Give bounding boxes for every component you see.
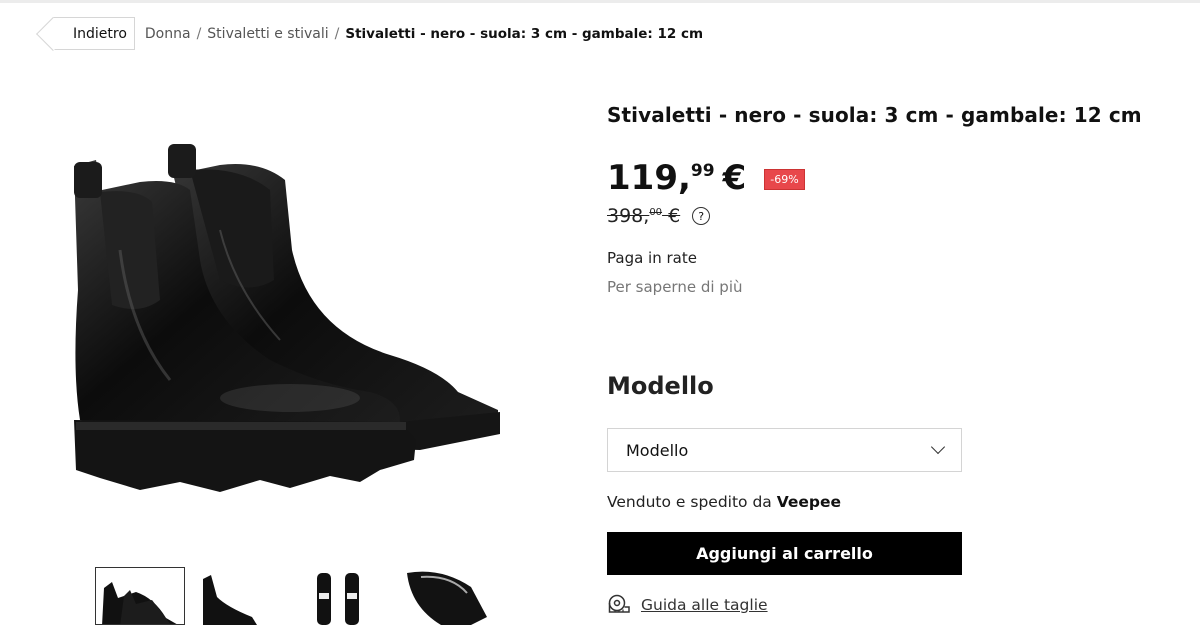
breadcrumb-current: Stivaletti - nero - suola: 3 cm - gambal… <box>345 25 704 42</box>
thumbnail-1[interactable] <box>95 567 185 625</box>
variant-heading: Modello <box>607 372 714 400</box>
learn-more-link[interactable]: Per saperne di più <box>607 278 743 296</box>
seller-info: Venduto e spedito da Veepee <box>607 493 841 511</box>
help-icon[interactable]: ? <box>692 207 711 225</box>
thumbnail-1-image <box>102 582 177 624</box>
back-button[interactable]: Indietro <box>53 17 135 50</box>
breadcrumb-separator: / <box>334 25 340 42</box>
old-price-row: 398, 00 € ? <box>607 205 711 227</box>
seller-name: Veepee <box>776 493 842 511</box>
thumbnail-3[interactable] <box>299 567 389 625</box>
add-to-cart-button[interactable]: Aggiungi al carrello <box>607 532 962 575</box>
variant-select[interactable]: Modello <box>607 428 962 472</box>
old-price: 398, 00 € <box>607 205 680 227</box>
back-button-label: Indietro <box>73 25 127 42</box>
breadcrumb: Indietro Donna / Stivaletti e stivali / … <box>53 17 703 50</box>
add-to-cart-label: Aggiungi al carrello <box>696 544 873 563</box>
product-main-image[interactable] <box>60 130 510 510</box>
variant-select-value: Modello <box>626 440 689 460</box>
price-integer: 119, <box>607 158 691 198</box>
help-icon-symbol: ? <box>698 209 705 223</box>
discount-badge: -69% <box>764 169 805 190</box>
thumbnail-4[interactable] <box>401 567 491 625</box>
thumbnail-strip <box>95 567 491 625</box>
price-currency: € <box>722 158 747 198</box>
old-price-decimal: 00 <box>649 207 663 218</box>
installments-label: Paga in rate <box>607 249 697 267</box>
old-price-currency: € <box>668 205 681 227</box>
thumbnail-4-image <box>407 571 487 625</box>
old-price-integer: 398, <box>607 205 650 227</box>
thumbnail-2-image <box>203 575 257 625</box>
top-divider <box>0 0 1200 3</box>
seller-prefix: Venduto e spedito da <box>607 493 772 511</box>
price: 119, 99 € -69% <box>607 158 805 198</box>
price-decimal: 99 <box>690 161 715 181</box>
size-guide-label: Guida alle taglie <box>641 596 768 614</box>
size-guide-link[interactable]: Guida alle taglie <box>607 594 768 616</box>
product-title: Stivaletti - nero - suola: 3 cm - gambal… <box>607 103 1142 127</box>
chevron-down-icon <box>930 439 946 455</box>
breadcrumb-item-stivaletti[interactable]: Stivaletti e stivali <box>207 26 328 42</box>
breadcrumb-separator: / <box>196 25 202 42</box>
thumbnail-2[interactable] <box>197 567 287 625</box>
boots-illustration <box>74 144 500 492</box>
breadcrumb-item-donna[interactable]: Donna <box>145 26 191 42</box>
thumbnail-3-image <box>317 573 359 625</box>
measuring-tape-icon <box>608 594 630 613</box>
